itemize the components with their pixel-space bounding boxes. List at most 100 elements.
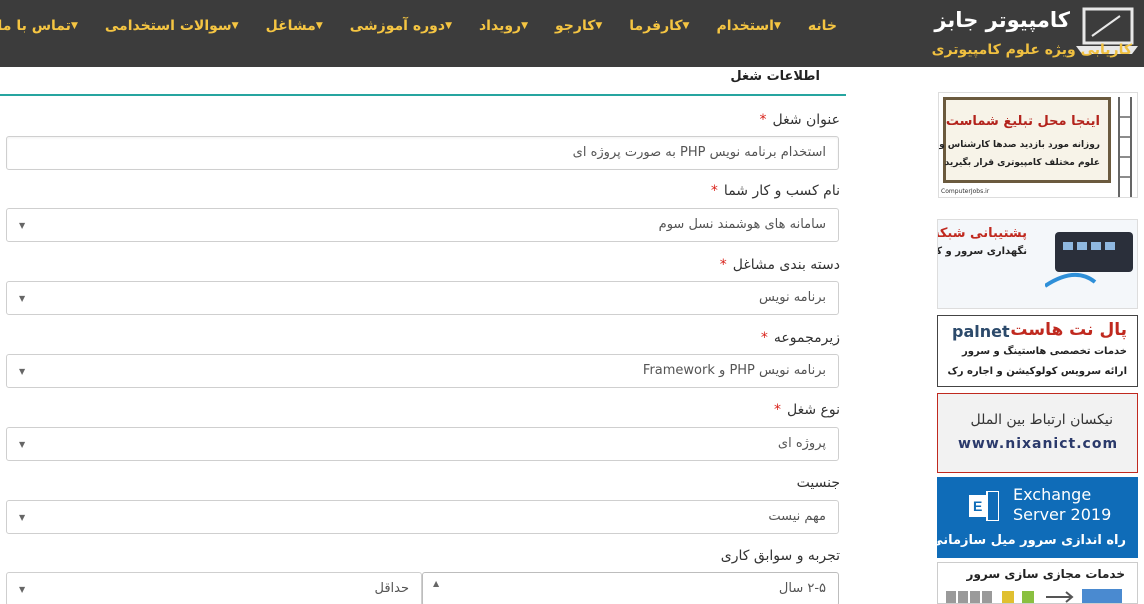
gender-label: جنسیت: [797, 475, 840, 491]
nav-label: سوالات استخدامی: [104, 18, 232, 34]
nav-hiring[interactable]: استخدام ▼: [705, 0, 796, 52]
nav-label: کارفرما: [629, 18, 683, 34]
ladder-icon: [1118, 97, 1132, 197]
label-text: زیرمجموعه: [773, 330, 840, 346]
nav-interview-questions[interactable]: سوالات استخدامی ▼: [94, 0, 255, 52]
ad-site: ComputerJobs.ir: [941, 188, 990, 195]
nav-courses[interactable]: دوره آموزشی ▼: [339, 0, 468, 52]
ad-headline: اینجا محل تبلیغ شماست: [945, 114, 1100, 129]
nav-contact[interactable]: تماس با ما ▼: [0, 0, 94, 52]
ad-text: روزانه مورد بازدید صدها کارشناس و مدیر: [939, 140, 1100, 150]
nav-employer[interactable]: کارفرما ▼: [618, 0, 705, 52]
section-title: اطلاعات شغل: [730, 69, 820, 84]
chevron-down-icon: ▼: [595, 21, 603, 31]
nav-label: مشاغل: [265, 18, 316, 34]
required-marker: *: [719, 257, 727, 273]
business-name-label: نام کسب و کار شما *: [711, 183, 840, 199]
ad-brand: palnet: [952, 322, 1010, 341]
label-text: عنوان شغل: [772, 112, 840, 128]
dropdown-arrow-icon: ▼: [19, 440, 26, 449]
ad-headline: خدمات مجازی سازی سرور: [966, 567, 1125, 581]
section-divider: [0, 94, 846, 96]
ad-banner-exchange-server[interactable]: E Exchange Server 2019 راه اندازی سرور م…: [937, 477, 1138, 558]
svg-text:E: E: [973, 498, 982, 514]
label-text: دسته بندی مشاغل: [732, 257, 840, 273]
chevron-down-icon: ▼: [315, 21, 323, 31]
nav-label: رویداد: [479, 18, 522, 34]
ad-headline: Server 2019: [1013, 505, 1112, 524]
ad-banner-advertise-here[interactable]: اینجا محل تبلیغ شماست روزانه مورد بازدید…: [938, 92, 1138, 198]
header-bar: کامپیوتر جابز کاریابی ویژه علوم کامپیوتر…: [0, 0, 1144, 67]
dropdown-arrow-icon: ▼: [19, 513, 26, 522]
job-category-label: دسته بندی مشاغل *: [720, 257, 840, 273]
ad-banner-network-support[interactable]: پشتیبانی شبکه نگهداری سرور و کامپیوتر: [937, 219, 1138, 309]
nav-label: تماس با ما: [0, 18, 71, 34]
dropdown-arrow-icon: ▼: [19, 367, 26, 376]
ad-text: نگهداری سرور و کامپیوتر: [938, 246, 1027, 257]
job-title-label: عنوان شغل *: [759, 112, 840, 128]
chevron-down-icon: ▼: [445, 21, 452, 31]
experience-label: تجربه و سوابق کاری: [721, 548, 840, 564]
required-marker: *: [760, 330, 768, 346]
logo-title: کامپیوتر جابز: [934, 8, 1070, 32]
nav-home[interactable]: خانه: [797, 0, 848, 52]
gender-select[interactable]: مهم نیست ▼: [6, 500, 839, 534]
dropdown-arrow-icon: ▼: [19, 294, 26, 303]
nav-label: خانه: [807, 18, 837, 34]
ad-headline: Exchange: [1013, 485, 1092, 504]
required-marker: *: [710, 183, 718, 199]
label-text: نوع شغل: [786, 402, 840, 418]
ad-url: www.nixanict.com: [958, 436, 1119, 452]
exchange-logo-icon: E: [969, 491, 999, 521]
label-text: نام کسب و کار شما: [723, 183, 840, 199]
experience-years-select[interactable]: ۲-۵ سال ▲: [422, 572, 839, 604]
dropdown-arrow-icon: ▼: [19, 221, 26, 230]
select-value: ۲-۵ سال: [778, 581, 826, 596]
chevron-down-icon: ▼: [682, 21, 690, 31]
select-value: برنامه نویس: [759, 290, 826, 305]
subcategory-select[interactable]: برنامه نویس PHP و Framework ▼: [6, 354, 839, 388]
select-value: برنامه نویس PHP و Framework: [642, 363, 826, 378]
select-value: پروژه ای: [777, 436, 826, 451]
nav-jobseeker[interactable]: کارجو ▼: [544, 0, 618, 52]
ad-text: خدمات تخصصی هاستینگ و سرور: [962, 346, 1127, 357]
ad-text: ارائه سرویس کولوکیشن و اجاره رک: [947, 366, 1127, 377]
ad-headline: پال نت هاست: [1010, 320, 1127, 340]
label-text: تجربه و سوابق کاری: [720, 548, 840, 564]
ad-headline: پشتیبانی شبکه: [937, 226, 1027, 241]
input-value: استخدام برنامه نویس PHP به صورت پروژه ای: [572, 145, 826, 160]
job-category-select[interactable]: برنامه نویس ▼: [6, 281, 839, 315]
chevron-down-icon: ▼: [231, 21, 239, 31]
job-type-label: نوع شغل *: [774, 402, 840, 418]
select-value: مهم نیست: [768, 509, 826, 524]
nav-label: استخدام: [716, 18, 774, 34]
chevron-down-icon: ▼: [70, 21, 78, 31]
chevron-up-icon: ▲: [433, 579, 440, 588]
nav-events[interactable]: رویداد ▼: [468, 0, 544, 52]
job-info-form: اطلاعات شغل عنوان شغل * استخدام برنامه نو…: [0, 67, 848, 604]
dropdown-arrow-icon: ▼: [19, 585, 26, 594]
experience-min-select[interactable]: حداقل ▼: [6, 572, 422, 604]
ad-banner-palnet-host[interactable]: palnet پال نت هاست خدمات تخصصی هاستینگ و…: [937, 315, 1138, 387]
subcategory-label: زیرمجموعه *: [761, 330, 840, 346]
label-text: جنسیت: [796, 475, 840, 491]
billboard: اینجا محل تبلیغ شماست روزانه مورد بازدید…: [939, 97, 1111, 183]
select-value: سامانه های هوشمند نسل سوم: [658, 217, 826, 232]
ad-headline: نیکسان ارتباط بین الملل: [970, 412, 1114, 428]
chevron-down-icon: ▼: [773, 21, 781, 31]
job-type-select[interactable]: پروژه ای ▼: [6, 427, 839, 461]
required-marker: *: [773, 402, 781, 418]
job-title-input[interactable]: استخدام برنامه نویس PHP به صورت پروژه ای: [6, 136, 839, 170]
ad-text: علوم مختلف کامپیوتری قرار بگیرید: [944, 158, 1100, 168]
ad-banner-virtualization[interactable]: خدمات مجازی سازی سرور: [937, 562, 1138, 604]
site-logo[interactable]: کامپیوتر جابز کاریابی ویژه علوم کامپیوتر…: [892, 4, 1144, 64]
main-nav: خانه استخدام ▼ کارفرما ▼ کارجو ▼ رویداد ▼ دو…: [0, 0, 848, 52]
ad-text: راه اندازی سرور میل سازمانی: [937, 533, 1126, 548]
nav-jobs[interactable]: مشاغل ▼: [255, 0, 339, 52]
required-marker: *: [759, 112, 767, 128]
network-switch-icon: [1045, 232, 1133, 288]
chevron-down-icon: ▼: [521, 21, 529, 31]
business-name-select[interactable]: سامانه های هوشمند نسل سوم ▼: [6, 208, 839, 242]
ad-banner-nixan[interactable]: نیکسان ارتباط بین الملل www.nixanict.com: [937, 393, 1138, 473]
nav-label: کارجو: [555, 18, 596, 34]
